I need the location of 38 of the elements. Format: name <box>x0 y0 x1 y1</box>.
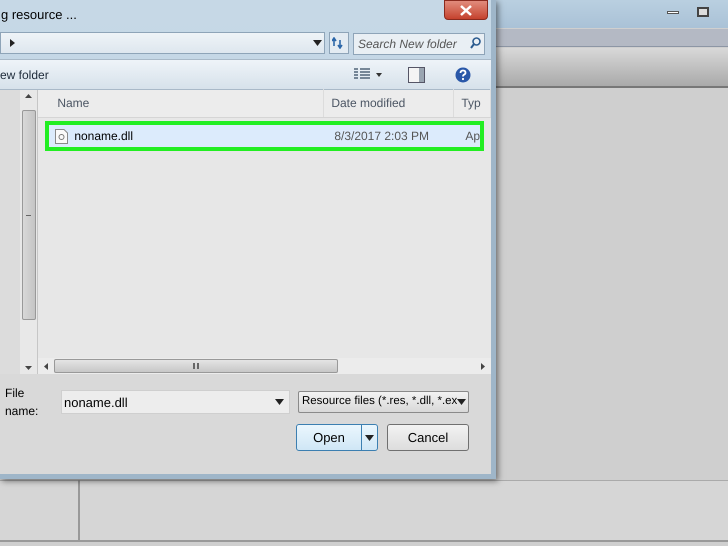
close-button[interactable] <box>444 0 488 20</box>
view-options-button[interactable] <box>354 68 382 81</box>
search-icon <box>470 37 481 49</box>
file-name-field[interactable]: noname.dll <box>60 390 290 414</box>
dropdown-arrow-icon <box>365 434 374 440</box>
dropdown-arrow-icon <box>313 40 322 46</box>
file-name-label: File name: <box>4 385 40 420</box>
column-header[interactable]: Typ <box>454 89 491 117</box>
dialog-title: g resource ... <box>0 6 77 24</box>
open-options-button[interactable] <box>361 425 377 450</box>
scroll-left-icon <box>44 362 48 370</box>
scroll-right-icon <box>481 362 485 370</box>
file-type-dropdown[interactable]: Resource files (*.res, *.dll, *.ex <box>298 391 469 413</box>
preview-pane-button[interactable] <box>408 66 425 82</box>
refresh-button[interactable] <box>329 32 349 54</box>
file-name: noname.dll <box>74 128 134 145</box>
cancel-button[interactable]: Cancel <box>387 424 469 451</box>
help-icon <box>455 66 471 82</box>
search-field[interactable]: Search New folder <box>353 33 485 55</box>
dropdown-arrow-icon <box>457 399 466 405</box>
column-header[interactable]: Date modified <box>324 89 454 117</box>
file-row[interactable]: noname.dll 8/3/2017 2:03 PM Ap <box>45 121 484 151</box>
list-view-icon <box>354 68 370 81</box>
pane-icon <box>408 66 425 82</box>
scroll-down-icon <box>25 366 32 370</box>
scroll-thumb[interactable] <box>22 110 36 320</box>
dropdown-arrow-icon <box>274 399 284 405</box>
chevron-right-icon <box>9 38 17 48</box>
new-folder-button[interactable]: ew folder <box>0 66 49 84</box>
scroll-up-icon <box>25 94 32 98</box>
file-icon <box>55 128 68 144</box>
help-button[interactable] <box>455 66 471 82</box>
dropdown-arrow-icon <box>376 72 382 76</box>
close-icon <box>460 4 472 16</box>
date-modified: 8/3/2017 2:03 PM <box>333 128 430 145</box>
file-type: Ap <box>464 128 480 145</box>
column-header[interactable]: Name <box>38 89 324 117</box>
scroll-thumb[interactable] <box>54 359 338 373</box>
